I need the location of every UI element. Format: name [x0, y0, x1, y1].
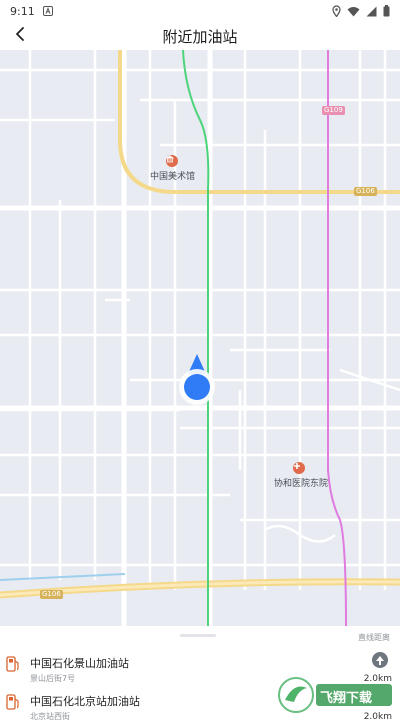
hospital-poi-icon[interactable]: [293, 462, 305, 474]
chevron-left-icon: [14, 26, 26, 46]
museum-poi-icon[interactable]: [166, 155, 178, 167]
distance-note: 直线距离: [358, 633, 390, 642]
road-badge-bottom-left: G106: [40, 590, 63, 599]
page-title: 附近加油站: [162, 27, 238, 46]
status-left: 9:11: [10, 5, 53, 18]
road-badge-top-right: G109: [322, 106, 345, 115]
station-name: 中国石化北京站加油站: [30, 695, 140, 708]
station-address: 景山后街7号: [30, 674, 76, 683]
watermark-text: 飞翔下载: [320, 691, 373, 706]
gas-station-icon: [6, 656, 20, 672]
green-line: [182, 50, 210, 626]
signal-icon: [366, 6, 377, 17]
road-badge-right: G106: [354, 187, 377, 196]
hospital-label: 协和医院东院: [274, 479, 329, 489]
gas-station-icon: [6, 694, 20, 710]
museum-label: 中国美术馆: [150, 172, 196, 182]
station-name: 中国石化景山加油站: [30, 657, 129, 670]
station-address: 北京站西街: [30, 712, 70, 721]
notification-a-icon: [42, 6, 53, 16]
status-bar: 9:11: [0, 0, 400, 22]
pink-line: [327, 50, 347, 626]
navigate-arrow-icon: [376, 655, 384, 665]
map-view[interactable]: G109 G106 G106 中国美术馆 协和医院东院: [0, 50, 400, 626]
battery-icon: [383, 5, 390, 17]
status-time: 9:11: [10, 4, 35, 18]
current-location-marker: [178, 354, 216, 406]
navigate-button[interactable]: [372, 652, 388, 668]
watermark-logo: 飞翔下载: [276, 674, 394, 716]
header-bar: 附近加油站: [0, 22, 400, 50]
wifi-icon: [347, 6, 360, 17]
river: [0, 573, 126, 581]
panel-drag-handle[interactable]: [180, 634, 216, 637]
street-grid: [0, 50, 400, 590]
back-button[interactable]: [6, 22, 34, 50]
location-icon: [332, 5, 341, 17]
map-canvas: [0, 50, 400, 626]
status-right: [332, 5, 390, 17]
